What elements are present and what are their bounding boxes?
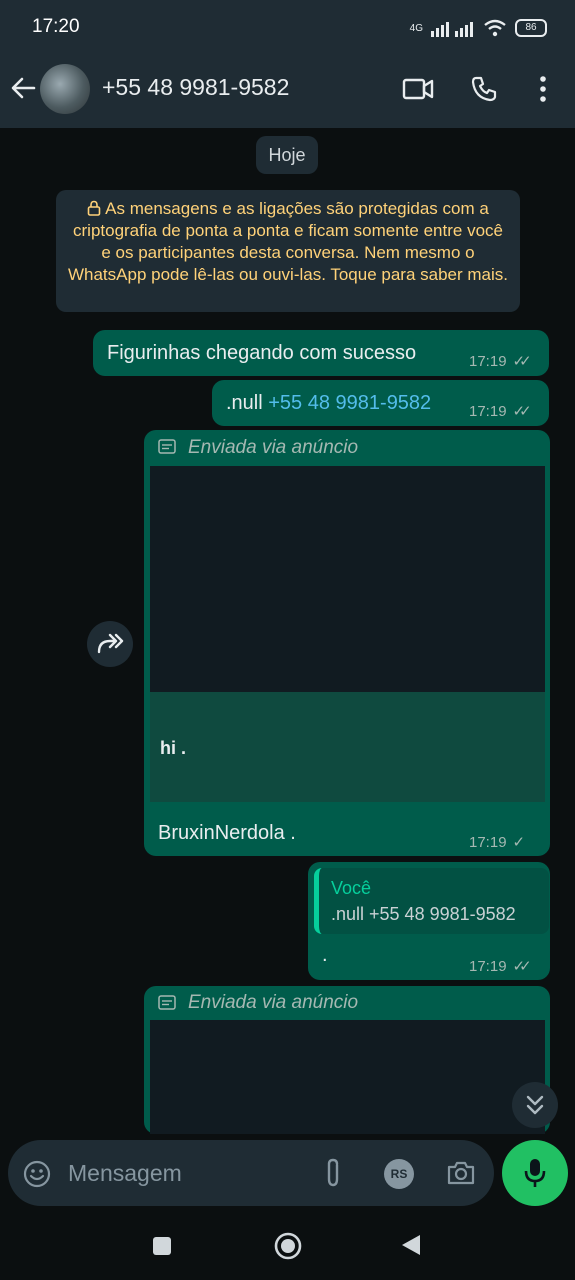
network-type: 4G	[409, 22, 423, 34]
double-check-icon: ✓✓	[512, 353, 532, 370]
quote-text: .null +55 48 9981-9582	[331, 904, 516, 924]
back-arrow-icon[interactable]	[10, 75, 36, 101]
double-check-icon: ✓✓	[512, 958, 532, 975]
quote-author: Você	[331, 878, 372, 898]
ad-body[interactable]	[150, 692, 545, 802]
phone-link[interactable]: +55 48 9981-9582	[268, 392, 431, 414]
nav-home-icon[interactable]	[273, 1231, 303, 1261]
avatar[interactable]	[40, 64, 90, 114]
message-text: Figurinhas chegando com sucesso	[107, 342, 417, 364]
message-time: 17:19 ✓✓	[469, 403, 532, 420]
sticker-badge[interactable]: RS	[384, 1159, 414, 1189]
message-text: .	[322, 944, 328, 966]
chevron-down-double-icon	[525, 1094, 545, 1116]
check-icon: ✓	[512, 834, 526, 851]
ad-media-preview[interactable]	[150, 466, 545, 692]
mic-button[interactable]	[502, 1140, 568, 1206]
attach-icon[interactable]	[323, 1157, 343, 1189]
emoji-icon[interactable]	[23, 1160, 51, 1188]
ad-label: Enviada via anúncio	[188, 437, 359, 458]
wifi-icon	[483, 19, 507, 37]
battery-indicator: 86	[515, 19, 547, 37]
contact-name[interactable]: +55 48 9981-9582	[102, 74, 289, 101]
camera-icon[interactable]	[446, 1160, 476, 1186]
ad-icon	[158, 995, 176, 1011]
date-chip: Hoje	[256, 136, 318, 174]
phone-icon[interactable]	[470, 75, 498, 103]
message-time: 17:19 ✓✓	[469, 353, 532, 370]
nav-back-icon[interactable]	[400, 1233, 422, 1257]
message-text: .null +55 48 9981-9582	[226, 392, 432, 414]
system-icons: 4G 86	[410, 16, 547, 40]
message-time: 17:19 ✓✓	[469, 958, 532, 975]
message-input[interactable]: Mensagem	[68, 1160, 182, 1187]
video-call-icon[interactable]	[402, 76, 434, 102]
message-time: 17:19 ✓	[469, 834, 526, 851]
ad-body-text: hi .	[160, 738, 186, 758]
status-time: 17:20	[32, 16, 80, 37]
ad-icon	[158, 439, 176, 455]
forward-icon	[96, 632, 124, 654]
nav-square-icon[interactable]	[152, 1236, 172, 1256]
signal-icon	[431, 19, 475, 37]
encryption-notice[interactable]: As mensagens e as ligações são protegida…	[56, 190, 520, 312]
double-check-icon: ✓✓	[512, 403, 532, 420]
scroll-to-bottom-button[interactable]	[512, 1082, 558, 1128]
mic-icon	[524, 1157, 546, 1189]
message-text: BruxinNerdola .	[158, 822, 296, 844]
more-vert-icon[interactable]	[538, 75, 548, 103]
lock-icon	[87, 200, 101, 216]
forward-button[interactable]	[87, 621, 133, 667]
ad-media-preview[interactable]	[150, 1020, 545, 1134]
ad-label: Enviada via anúncio	[188, 992, 359, 1013]
encryption-text: As mensagens e as ligações são protegida…	[67, 199, 509, 284]
